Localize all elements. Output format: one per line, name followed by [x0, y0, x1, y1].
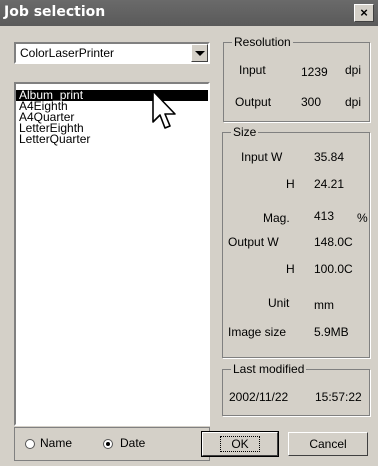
image-size-value: 5.9MB	[314, 325, 349, 339]
input-width-value: 35.84	[314, 150, 345, 164]
sort-options: Name Date	[14, 427, 210, 461]
input-resolution-value: 1239	[301, 65, 328, 79]
job-selection-dialog: Job selection × ColorLaserPrinter Album_…	[0, 0, 378, 466]
input-resolution-unit: dpi	[345, 63, 362, 77]
image-size-label: Image size	[228, 325, 287, 339]
size-legend: Size	[231, 125, 259, 139]
cancel-button-label: Cancel	[309, 437, 347, 451]
output-width-value: 148.0C	[314, 235, 353, 249]
output-resolution-label: Output	[235, 95, 272, 109]
close-button[interactable]: ×	[354, 4, 374, 22]
title-bar[interactable]: Job selection ×	[0, 0, 378, 26]
unit-label: Unit	[268, 296, 290, 310]
last-modified-time: 15:57:22	[315, 390, 362, 404]
output-resolution-unit: dpi	[345, 95, 362, 109]
last-modified-date: 2002/11/22	[229, 390, 289, 404]
arrow-pointer-icon	[152, 90, 176, 129]
dialog-title: Job selection	[4, 4, 106, 20]
printer-dropdown[interactable]: ColorLaserPrinter	[14, 42, 210, 64]
cancel-button[interactable]: Cancel	[288, 432, 368, 456]
size-group: Size Input W 35.84 H 24.21 Mag. 413 % Ou…	[222, 125, 370, 358]
last-modified-legend: Last modified	[231, 362, 307, 376]
sort-date-radio[interactable]	[103, 439, 113, 449]
resolution-legend: Resolution	[232, 35, 293, 49]
list-item[interactable]: LetterQuarter	[16, 133, 208, 145]
input-height-label: H	[286, 177, 295, 191]
magnification-label: Mag.	[263, 211, 290, 225]
output-width-label: Output W	[228, 235, 279, 249]
last-modified-group: Last modified 2002/11/22 15:57:22	[222, 362, 370, 416]
resolution-group: Resolution Input 1239 dpi Output 300 dpi	[223, 35, 370, 122]
output-height-label: H	[286, 262, 295, 276]
output-resolution-value: 300	[301, 95, 322, 109]
input-width-label: Input W	[241, 150, 283, 164]
ok-button[interactable]: OK	[201, 431, 279, 457]
job-list[interactable]: Album_print A4Eighth A4Quarter LetterEig…	[14, 82, 210, 426]
magnification-value: 413	[314, 209, 335, 223]
output-height-value: 100.0C	[314, 262, 353, 276]
input-height-value: 24.21	[314, 177, 345, 191]
ok-button-label: OK	[220, 436, 260, 452]
input-resolution-label: Input	[239, 63, 266, 77]
printer-dropdown-value: ColorLaserPrinter	[20, 46, 115, 60]
sort-date-label[interactable]: Date	[120, 436, 145, 450]
unit-value: mm	[314, 298, 334, 312]
chevron-down-icon[interactable]	[191, 44, 208, 62]
sort-name-label[interactable]: Name	[40, 436, 72, 450]
sort-name-radio[interactable]	[25, 439, 35, 449]
magnification-unit: %	[357, 211, 368, 225]
close-icon: ×	[360, 5, 368, 20]
